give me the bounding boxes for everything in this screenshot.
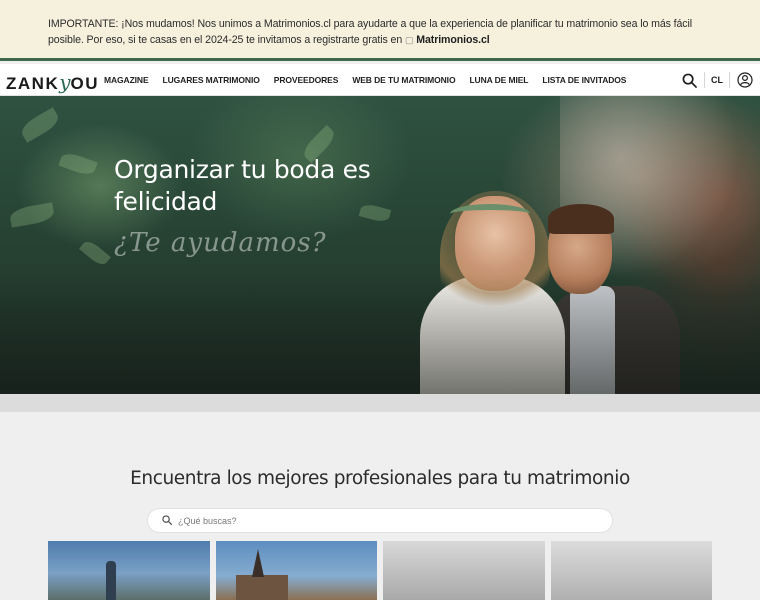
search-input[interactable]	[178, 515, 578, 526]
nav-divider	[729, 72, 730, 88]
notice-prefix: IMPORTANTE:	[48, 18, 119, 30]
category-cards	[48, 541, 712, 600]
category-card[interactable]	[383, 541, 545, 600]
notice-banner: IMPORTANTE: ¡Nos mudamos! Nos unimos a M…	[0, 0, 760, 61]
category-card[interactable]	[48, 541, 210, 600]
flower-crown	[450, 204, 530, 224]
country-selector[interactable]: CL	[711, 75, 723, 85]
category-card[interactable]	[550, 541, 712, 600]
nav-item-web-de-tu-matrimonio[interactable]: WEB DE TU MATRIMONIO	[345, 75, 462, 85]
search-bar	[147, 508, 613, 533]
user-icon[interactable]	[736, 71, 754, 89]
hero-tagline: ¿Te ayudamos?	[114, 228, 327, 258]
nav-item-luna-de-miel[interactable]: LUNA DE MIEL	[462, 75, 535, 85]
notice-link[interactable]: Matrimonios.cl	[416, 34, 489, 46]
section-title: Encuentra los mejores profesionales para…	[130, 468, 630, 489]
nav-menu: MAGAZINE LUGARES MATRIMONIO PROVEEDORES …	[97, 64, 633, 96]
nav-item-lista-de-invitados[interactable]: LISTA DE INVITADOS	[535, 75, 633, 85]
leaf-decoration	[18, 107, 62, 143]
notice-text: IMPORTANTE: ¡Nos mudamos! Nos unimos a M…	[48, 16, 728, 48]
nav-divider	[704, 72, 705, 88]
leaf-decoration	[8, 202, 56, 228]
leaf-decoration	[58, 150, 98, 178]
hero-title: Organizar tu boda es felicidad	[114, 155, 371, 216]
category-card[interactable]	[215, 541, 377, 600]
nav-item-proveedores[interactable]: PROVEEDORES	[267, 75, 346, 85]
logo-part-3: OU	[70, 74, 100, 93]
leaf-decoration	[79, 237, 111, 269]
nav-right: CL	[680, 64, 754, 96]
city-tower-image	[106, 561, 116, 600]
logo-part-2: y	[59, 70, 71, 94]
church-spire-image	[251, 549, 264, 577]
church-image	[235, 575, 288, 600]
nav-item-magazine[interactable]: MAGAZINE	[97, 75, 156, 85]
search-icon	[162, 512, 172, 530]
hero-banner: Organizar tu boda es felicidad ¿Te ayuda…	[0, 96, 760, 394]
nav-item-lugares-matrimonio[interactable]: LUGARES MATRIMONIO	[156, 75, 267, 85]
logo-part-1: ZANK	[6, 74, 60, 93]
notice-body: ¡Nos mudamos! Nos unimos a Matrimonios.c…	[48, 18, 692, 46]
hero-shade	[0, 274, 760, 394]
search-icon[interactable]	[680, 71, 698, 89]
top-navbar: ZANKyOU MAGAZINE LUGARES MATRIMONIO PROV…	[0, 64, 760, 96]
hero-bottom-band	[0, 394, 760, 412]
groom-hair	[548, 204, 614, 234]
external-link-icon: ▢	[405, 35, 414, 45]
logo[interactable]: ZANKyOU	[6, 70, 99, 94]
